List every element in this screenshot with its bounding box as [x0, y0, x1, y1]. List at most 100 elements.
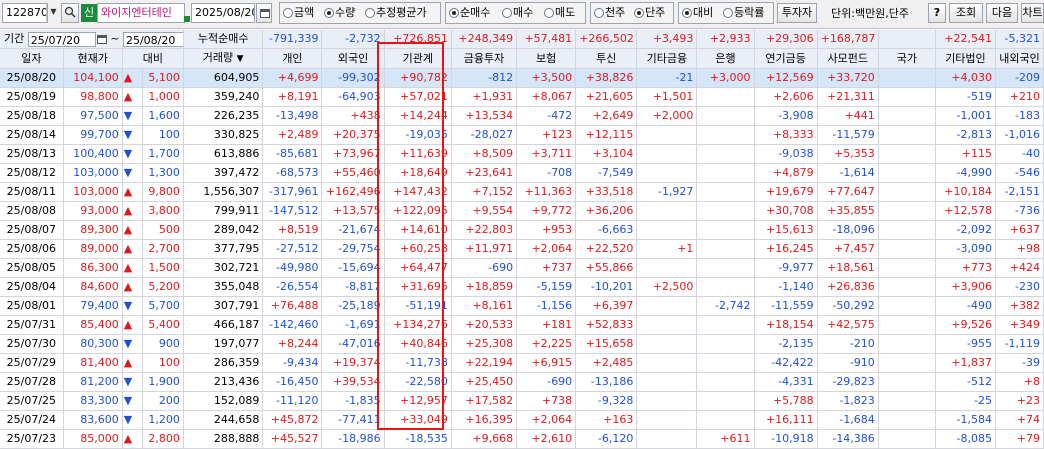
table-cell: +64,477 [384, 258, 452, 278]
column-header[interactable]: 외국인 [321, 48, 385, 69]
table-cell: 81,400 [63, 353, 123, 373]
search-icon[interactable] [61, 3, 79, 23]
column-header[interactable]: 개인 [262, 48, 323, 69]
table-cell: 1,500 [142, 258, 184, 278]
table-cell: -910 [817, 353, 879, 373]
table-cell [878, 372, 936, 392]
table-cell: +55,460 [321, 163, 385, 183]
table-cell: 1,556,307 [183, 182, 264, 202]
radio-amount[interactable]: 금액 [283, 5, 314, 21]
table-cell: +134,276 [384, 315, 452, 335]
chart-button[interactable]: 차트 [1021, 3, 1044, 23]
table-row[interactable]: 25/08/13 100,400 ▼ 1,700 613,886 -85,681 +73,9… [0, 144, 1044, 164]
table-row[interactable]: 25/08/12 103,000 ▼ 1,300 397,472 -68,573 +55,4… [0, 163, 1044, 183]
column-header[interactable]: 거래량 ▼ [183, 48, 264, 69]
stock-code-input[interactable]: 122870 [2, 3, 48, 23]
column-header[interactable]: 은행 [696, 48, 755, 69]
table-cell: 89,300 [63, 220, 123, 240]
table-cell: 286,359 [183, 353, 264, 373]
table-cell: 103,000 [63, 163, 123, 183]
calendar-icon[interactable] [256, 3, 272, 23]
column-header[interactable]: 내외국인 [995, 48, 1044, 69]
investor-button[interactable]: 투자자 [777, 3, 817, 23]
table-cell: +424 [995, 258, 1044, 278]
column-header[interactable]: 금융투자 [451, 48, 518, 69]
table-row[interactable]: 25/08/20 104,100 ▲ 5,100 604,905 +4,699 -99,30… [0, 68, 1044, 88]
calendar-icon[interactable] [96, 34, 107, 44]
table-cell: -210 [817, 334, 879, 354]
column-header[interactable]: 기타금융 [636, 48, 698, 69]
column-header[interactable]: 연기금등 [754, 48, 818, 69]
table-row[interactable]: 25/08/05 86,300 ▲ 1,500 302,721 -49,980 -15,69… [0, 258, 1044, 278]
radio-thousand-shares[interactable]: 천주 [594, 5, 625, 21]
table-row[interactable]: 25/08/01 79,400 ▼ 5,700 307,791 +76,488 -25,18… [0, 296, 1044, 316]
table-cell: +73,967 [321, 144, 385, 164]
table-cell: +11,363 [516, 182, 577, 202]
table-row[interactable]: 25/07/30 80,300 ▼ 900 197,077 +8,244 -47,016 +4… [0, 334, 1044, 354]
table-cell: +10,184 [935, 182, 996, 202]
table-cell: +36,206 [575, 201, 638, 221]
date-input[interactable]: 2025/08/20 [191, 3, 255, 23]
table-cell: +9,526 [935, 315, 996, 335]
query-button[interactable]: 조회 [949, 3, 983, 23]
table-cell: +382 [995, 296, 1044, 316]
period-from-input[interactable]: 25/07/20 [27, 31, 96, 47]
column-header[interactable]: 기관계 [384, 48, 452, 69]
table-cell: -9,434 [262, 353, 323, 373]
radio-group-share-unit: 천주 단주 [590, 2, 674, 24]
radio-single-shares[interactable]: 단주 [634, 5, 665, 21]
table-row[interactable]: 25/08/19 98,800 ▲ 1,000 359,240 +8,191 -64,903… [0, 87, 1044, 107]
table-cell [878, 334, 936, 354]
table-row[interactable]: 25/07/23 85,000 ▲ 2,800 288,888 +45,527 -18,98… [0, 429, 1044, 449]
table-cell: 5,200 [142, 277, 184, 297]
table-row[interactable]: 25/08/14 99,700 ▼ 100 330,825 +2,489 +20,375 -1… [0, 125, 1044, 145]
column-header[interactable]: 대비 [122, 48, 184, 69]
table-cell [878, 353, 936, 373]
table-cell: -51,191 [384, 296, 452, 316]
table-row[interactable]: 25/07/25 83,300 ▼ 200 152,089 -11,120 -1,835 +1… [0, 391, 1044, 411]
column-header[interactable]: 현재가 [63, 48, 123, 69]
column-header[interactable]: 투신 [575, 48, 638, 69]
radio-change-rate[interactable]: 등락률 [723, 5, 764, 21]
table-row[interactable]: 25/07/28 81,200 ▼ 1,900 213,436 -16,450 +39,53… [0, 372, 1044, 392]
table-cell: -1,684 [817, 410, 879, 430]
table-cell: +3,000 [696, 68, 755, 88]
table-cell: +19,374 [321, 353, 385, 373]
sort-down-icon[interactable]: ▼ [237, 54, 244, 64]
table-cell: -736 [995, 201, 1044, 221]
period-to-input[interactable]: 25/08/20 [122, 31, 183, 47]
table-row[interactable]: 25/07/31 85,400 ▲ 5,400 466,187 -142,460 -1,69… [0, 315, 1044, 335]
table-cell: 2,800 [142, 429, 184, 449]
radio-sell[interactable]: 매도 [544, 5, 575, 21]
table-row[interactable]: 25/08/07 89,300 ▲ 500 289,042 +8,519 -21,674 +1… [0, 220, 1044, 240]
radio-buy[interactable]: 매수 [502, 5, 533, 21]
table-row[interactable]: 25/08/11 103,000 ▲ 9,800 1,556,307 -317,961 +1… [0, 182, 1044, 202]
table-row[interactable]: 25/08/18 97,500 ▼ 1,600 226,235 -13,498 +438 +1… [0, 106, 1044, 126]
radio-change[interactable]: 대비 [682, 5, 713, 21]
column-header[interactable]: 사모펀드 [817, 48, 879, 69]
help-button[interactable]: ? [928, 3, 946, 23]
change-arrow-icon: ▼ [122, 391, 144, 411]
table-cell: +31,695 [384, 277, 452, 297]
table-cell [636, 296, 698, 316]
radio-quantity[interactable]: 수량 [324, 5, 355, 21]
column-header[interactable]: 일자 [0, 48, 64, 69]
table-row[interactable]: 25/08/04 84,600 ▲ 5,200 355,048 -26,554 -8,817… [0, 277, 1044, 297]
radio-net-buy[interactable]: 순매수 [449, 5, 490, 21]
next-button[interactable]: 다음 [986, 3, 1018, 23]
table-row[interactable]: 25/07/24 83,600 ▼ 1,200 244,658 +45,872 -77,41… [0, 410, 1044, 430]
chevron-down-icon[interactable]: ▼ [46, 3, 60, 21]
table-cell [696, 106, 755, 126]
table-row[interactable]: 25/07/29 81,400 ▲ 100 286,359 -9,434 +19,374 -1… [0, 353, 1044, 373]
table-row[interactable]: 25/08/06 89,000 ▲ 2,700 377,795 -27,512 -29,75… [0, 239, 1044, 259]
table-cell [636, 125, 698, 145]
table-cell [696, 391, 755, 411]
column-header[interactable]: 기타법인 [935, 48, 996, 69]
column-header[interactable]: 보험 [516, 48, 577, 69]
table-row[interactable]: 25/08/08 93,000 ▲ 3,800 799,911 -147,512 +13,5… [0, 201, 1044, 221]
table-cell [696, 144, 755, 164]
radio-estimated-avg-price[interactable]: 추정평균가 [365, 5, 427, 21]
table-cell [878, 429, 936, 449]
change-arrow-icon: ▲ [122, 429, 144, 449]
column-header[interactable]: 국가 [878, 48, 936, 69]
